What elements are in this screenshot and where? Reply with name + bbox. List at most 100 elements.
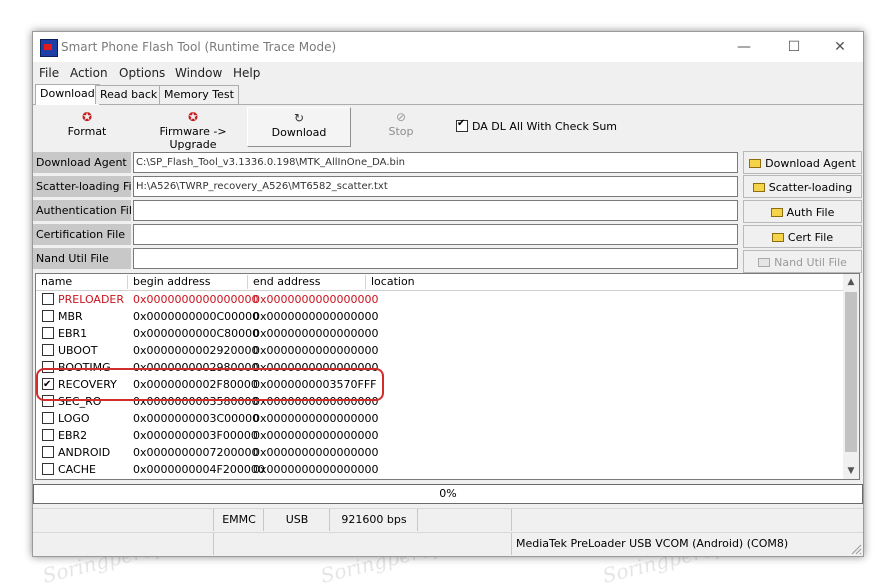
download-agent-button[interactable]: Download Agent [743,151,862,174]
status-empty [417,509,512,531]
begin-address: 0x0000000000000000 [133,293,259,306]
partition-name: PRELOADER [58,293,125,306]
scatter-file-label: Scatter-loading File [33,176,131,197]
scatter-loading-button-label: Scatter-loading [768,181,853,194]
scroll-up-icon[interactable]: ▲ [843,274,859,290]
partition-name: UBOOT [58,344,98,357]
checkbox-icon[interactable] [42,327,54,339]
checkbox-icon[interactable] [42,446,54,458]
close-button[interactable]: ✕ [817,32,863,62]
firmware-upgrade-label: Firmware -> Upgrade [159,125,227,151]
partition-list-header: name begin address end address location [36,274,844,291]
folder-open-icon [752,183,765,192]
checkbox-icon[interactable] [42,310,54,322]
checkbox-icon[interactable] [42,463,54,475]
checkbox-icon[interactable] [42,344,54,356]
column-begin-address[interactable]: begin address [128,275,248,289]
cert-file-label: Certification File [33,224,131,245]
download-agent-label: Download Agent [33,152,131,173]
menu-options[interactable]: Options [119,66,165,80]
recovery-highlight-annotation [36,368,384,401]
menu-action[interactable]: Action [70,66,108,80]
scroll-down-icon[interactable]: ▼ [843,463,859,479]
partition-name: EBR1 [58,327,88,340]
download-label: Download [271,126,327,139]
checkbox-icon[interactable] [42,429,54,441]
begin-address: 0x0000000007200000 [133,446,259,459]
cert-file-button[interactable]: Cert File [743,225,862,248]
table-row[interactable]: PRELOADER 0x0000000000000000 0x000000000… [36,291,844,308]
stop-button[interactable]: ⊘ Stop [365,107,437,145]
menu-help[interactable]: Help [233,66,260,80]
status-bar-port: MediaTek PreLoader USB VCOM (Android) (C… [33,532,863,556]
status-bar: EMMC USB 921600 bps [33,508,863,531]
folder-open-icon [758,258,771,267]
status-empty [511,509,864,531]
table-row[interactable]: UBOOT 0x0000000002920000 0x0000000000000… [36,342,844,359]
firmware-upgrade-button[interactable]: ✪ Firmware -> Upgrade [139,107,247,151]
end-address: 0x0000000000000000 [253,412,379,425]
menu-bar: File Action Options Window Help [33,63,863,83]
begin-address: 0x0000000000C80000 [133,327,260,340]
tab-memory-test[interactable]: Memory Test [159,85,239,104]
status-baud-rate: 921600 bps [329,509,418,531]
progress-label: 0% [439,487,457,500]
format-button[interactable]: ✪ Format [37,107,137,145]
auth-file-field[interactable] [133,200,738,221]
stop-icon: ⊘ [395,110,407,124]
table-row[interactable]: ANDROID 0x0000000007200000 0x00000000000… [36,444,844,461]
table-row[interactable]: EBR1 0x0000000000C80000 0x00000000000000… [36,325,844,342]
minimize-button[interactable]: — [721,32,767,62]
folder-open-icon [749,159,762,168]
end-address: 0x0000000000000000 [253,293,379,306]
table-row[interactable]: CACHE 0x0000000004F200000 0x000000000000… [36,461,844,478]
end-address: 0x0000000000000000 [253,310,379,323]
nand-util-file-button-label: Nand Util File [774,256,847,269]
tab-download[interactable]: Download [35,84,100,105]
title-bar: Smart Phone Flash Tool (Runtime Trace Mo… [33,32,863,62]
checkbox-checked-icon [456,118,468,132]
download-icon: ↻ [293,111,305,125]
scatter-loading-button[interactable]: Scatter-loading [743,175,862,198]
begin-address: 0x0000000003F00000 [133,429,258,442]
flash-tool-window: Smart Phone Flash Tool (Runtime Trace Mo… [32,31,864,557]
window-title: Smart Phone Flash Tool (Runtime Trace Mo… [61,40,337,54]
column-end-address[interactable]: end address [248,275,366,289]
app-icon [40,39,58,57]
progress-bar: 0% [33,484,863,504]
nand-util-file-field[interactable] [133,248,738,269]
checkbox-icon[interactable] [42,293,54,305]
tab-read-back[interactable]: Read back [95,85,163,104]
column-location[interactable]: location [366,275,844,289]
table-row[interactable]: EBR2 0x0000000003F00000 0x00000000000000… [36,427,844,444]
format-icon: ✪ [81,110,93,124]
end-address: 0x0000000000000000 [253,463,379,476]
table-row[interactable]: LOGO 0x0000000003C00000 0x00000000000000… [36,410,844,427]
toolbar: ✪ Format ✪ Firmware -> Upgrade ↻ Downloa… [33,107,863,151]
download-button[interactable]: ↻ Download [247,107,351,147]
menu-window[interactable]: Window [175,66,222,80]
folder-open-icon [770,208,783,217]
maximize-button[interactable]: ☐ [771,32,817,62]
resize-grip-icon[interactable] [850,543,862,555]
partition-name: CACHE [58,463,96,476]
begin-address: 0x0000000004F200000 [133,463,265,476]
begin-address: 0x0000000003C00000 [133,412,260,425]
auth-file-button[interactable]: Auth File [743,200,862,223]
download-agent-field[interactable]: C:\SP_Flash_Tool_v3.1336.0.198\MTK_AllIn… [133,152,738,173]
column-name[interactable]: name [36,275,128,289]
scroll-thumb[interactable] [845,292,857,452]
auth-file-label: Authentication File [33,200,131,221]
menu-file[interactable]: File [39,66,59,80]
table-row[interactable]: MBR 0x0000000000C00000 0x000000000000000… [36,308,844,325]
stop-label: Stop [388,125,414,138]
nand-util-file-button[interactable]: Nand Util File [743,250,862,273]
partition-name: MBR [58,310,83,323]
status-storage: EMMC [213,509,264,531]
cert-file-field[interactable] [133,224,738,245]
da-checksum-checkbox[interactable]: DA DL All With Check Sum [456,118,617,133]
scatter-file-field[interactable]: H:\A526\TWRP_recovery_A526\MT6582_scatte… [133,176,738,197]
checkbox-icon[interactable] [42,412,54,424]
list-scrollbar[interactable]: ▲ ▼ [843,274,859,479]
status-connection: USB [263,509,330,531]
